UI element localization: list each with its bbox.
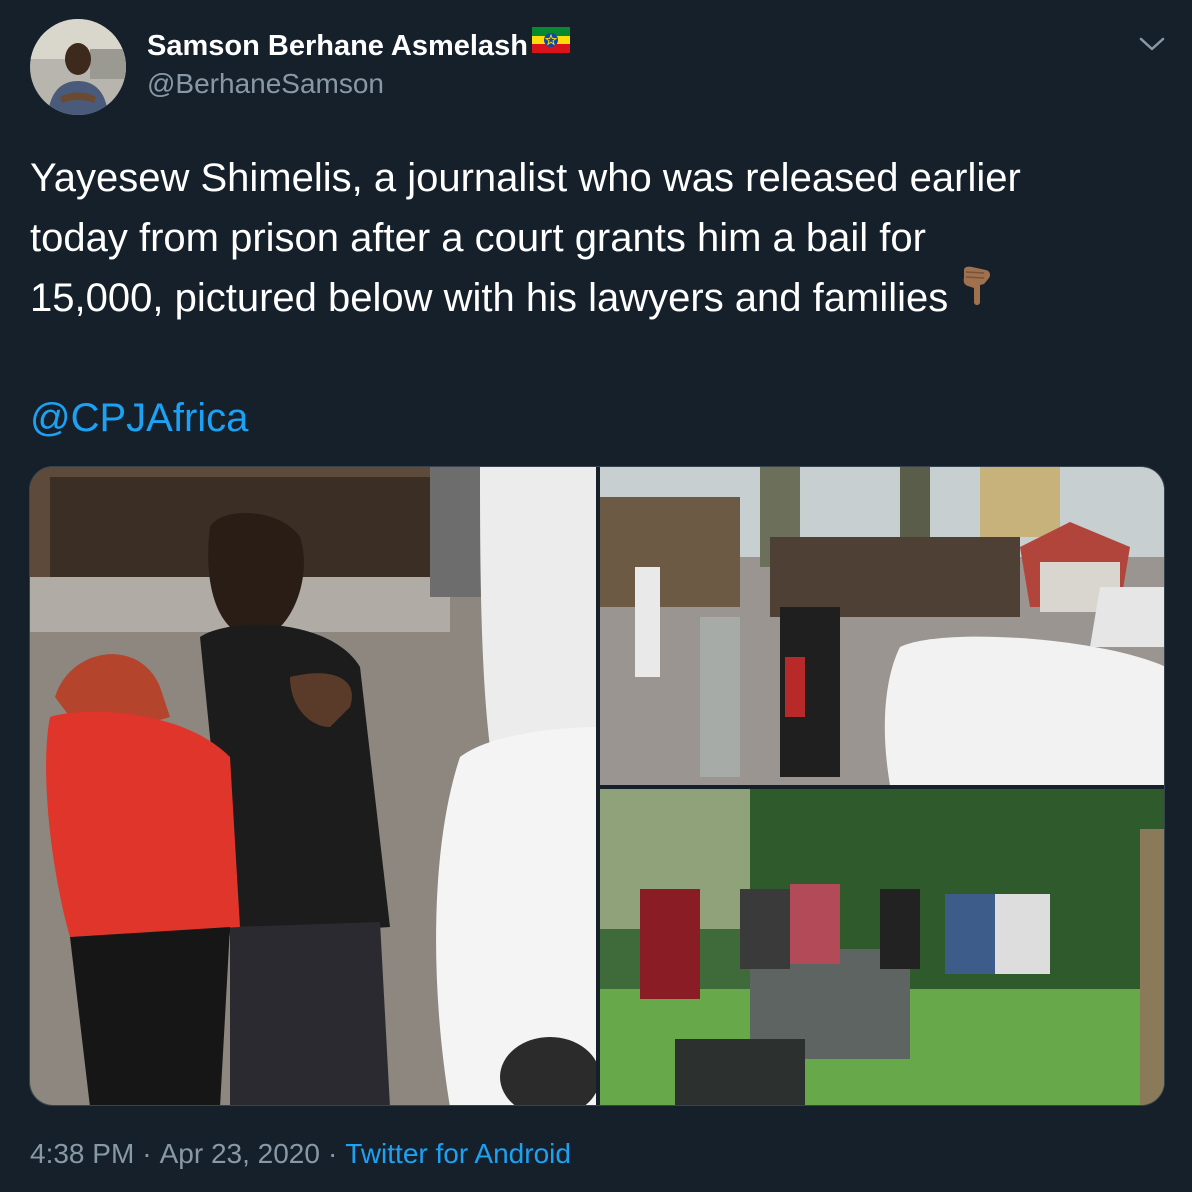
tweet-date[interactable]: Apr 23, 2020 (160, 1138, 320, 1169)
photo-1[interactable] (30, 467, 596, 1105)
author-display-name[interactable]: Samson Berhane Asmelash (147, 27, 570, 63)
photo-3[interactable] (600, 789, 1164, 1105)
tweet-footer: 4:38 PM · Apr 23, 2020 · Twitter for Android (30, 1138, 571, 1170)
footer-separator: · (327, 1138, 338, 1169)
media-grid (29, 466, 1165, 1106)
avatar-image (30, 19, 126, 115)
tweet-time[interactable]: 4:38 PM (30, 1138, 134, 1169)
tweet-text: Yayesew Shimelis, a journalist who was r… (30, 148, 1150, 328)
author-handle[interactable]: @BerhaneSamson (147, 68, 384, 100)
author-name-text: Samson Berhane Asmelash (147, 30, 528, 62)
chevron-down-icon[interactable] (1137, 34, 1167, 54)
ethiopia-flag-icon (531, 27, 570, 61)
photo-2[interactable] (600, 467, 1164, 785)
tweet-body: Yayesew Shimelis, a journalist who was r… (30, 156, 1021, 320)
footer-separator: · (142, 1138, 152, 1169)
avatar[interactable] (30, 19, 126, 115)
tweet-source-link[interactable]: Twitter for Android (345, 1138, 571, 1169)
mention-link[interactable]: @CPJAfrica (30, 388, 248, 448)
backhand-index-pointing-down-icon (954, 264, 998, 325)
